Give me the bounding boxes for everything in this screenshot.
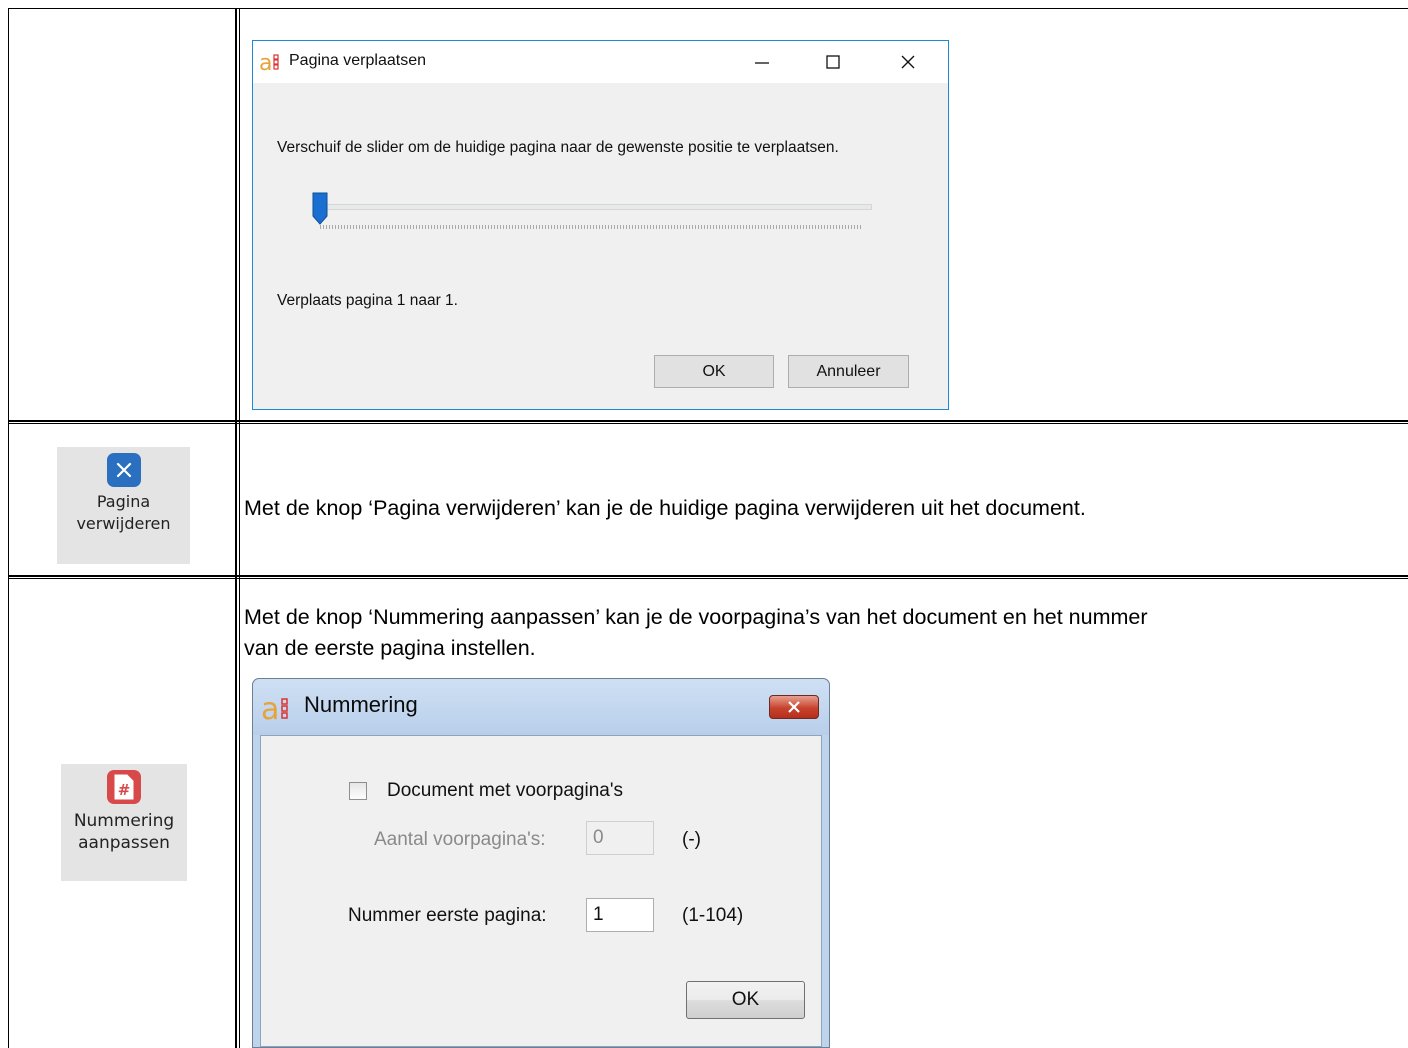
instruction-text: Verschuif de slider om de huidige pagina… [277, 139, 839, 156]
table-column-divider [235, 8, 240, 1048]
table-border-top [8, 8, 1408, 9]
numbering-dialog: a Nummering Document met voorpagina's Aa… [252, 678, 830, 1048]
numbering-button[interactable]: # Nummering aanpassen [61, 764, 187, 881]
dialog-title-bar: a Pagina verplaatsen [253, 41, 948, 83]
svg-text:a: a [261, 692, 279, 724]
front-pages-field[interactable]: 0 [586, 821, 654, 855]
front-pages-range: (-) [682, 829, 701, 850]
svg-text:a: a [259, 51, 272, 74]
minimize-button[interactable] [739, 47, 785, 77]
close-icon [901, 55, 915, 69]
page-position-slider[interactable] [318, 204, 872, 210]
ok-button[interactable]: OK [686, 981, 805, 1019]
table-row-divider [8, 575, 1408, 579]
app-logo-icon: a [261, 692, 297, 724]
close-icon [106, 453, 141, 487]
dialog-title: Nummering [304, 692, 418, 717]
slider-ticks [320, 225, 862, 229]
table-row-divider [8, 420, 1408, 424]
button-label: Pagina [96, 492, 151, 511]
close-button[interactable] [885, 47, 931, 77]
maximize-button[interactable] [810, 47, 856, 77]
table-border-left [8, 8, 9, 1048]
front-pages-checkbox[interactable] [349, 782, 367, 800]
button-label: aanpassen [78, 833, 170, 853]
maximize-icon [826, 55, 840, 69]
button-label: Nummering [73, 811, 175, 831]
page-number-icon: # [107, 770, 141, 804]
delete-description: Met de knop ‘Pagina verwijderen’ kan je … [244, 496, 1086, 520]
dialog-body: Document met voorpagina's Aantal voorpag… [260, 735, 822, 1047]
slider-thumb[interactable] [312, 192, 328, 226]
minimize-icon [755, 62, 769, 64]
first-page-range: (1-104) [682, 905, 744, 926]
app-logo-icon: a [259, 50, 285, 74]
numbering-description-line2: van de eerste pagina instellen. [244, 636, 536, 660]
front-pages-label: Aantal voorpagina's: [374, 829, 546, 850]
dialog-title-bar: a Nummering [253, 679, 829, 735]
status-text: Verplaats pagina 1 naar 1. [277, 292, 458, 309]
close-icon [788, 701, 800, 713]
numbering-description-line1: Met de knop ‘Nummering aanpassen’ kan je… [244, 605, 1148, 629]
delete-page-button[interactable]: Pagina verwijderen [57, 447, 190, 564]
cancel-button[interactable]: Annuleer [788, 355, 909, 388]
first-page-field[interactable]: 1 [586, 898, 654, 932]
svg-text:#: # [118, 781, 131, 799]
dialog-title: Pagina verplaatsen [289, 52, 426, 69]
button-label: verwijderen [76, 514, 171, 533]
first-page-label: Nummer eerste pagina: [348, 905, 547, 926]
close-button[interactable] [769, 695, 819, 719]
checkbox-label: Document met voorpagina's [387, 780, 623, 801]
ok-button[interactable]: OK [654, 355, 774, 388]
